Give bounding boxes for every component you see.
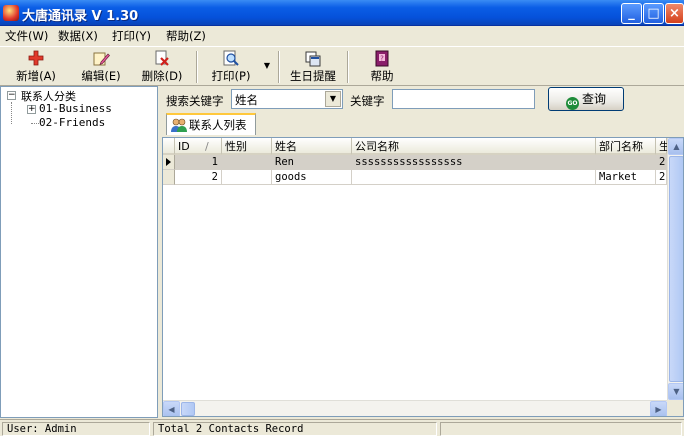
edit-icon [93, 52, 110, 66]
add-icon [28, 50, 44, 66]
tree-connector [11, 102, 12, 124]
help-label: 帮助 [370, 69, 394, 83]
keyword-input[interactable] [392, 89, 535, 109]
birthday-reminder-label: 生日提醒 [290, 69, 336, 83]
row-indicator[interactable] [163, 155, 175, 170]
row-indicator[interactable] [163, 170, 175, 185]
tree-item-business[interactable]: 01-Business [39, 102, 112, 115]
delete-icon [155, 50, 169, 66]
current-row-arrow-icon [166, 158, 171, 166]
status-record-count: Total 2 Contacts Record [153, 422, 437, 436]
column-header-department[interactable]: 部门名称 [596, 138, 656, 155]
app-icon[interactable] [3, 5, 19, 21]
tree-connector [31, 123, 39, 124]
search-field-label: 搜索关键字 [166, 94, 224, 108]
toolbar: 新增(A) 编辑(E) 删除(D) 打印(P) ▼ 生日提醒 ? 帮助 [0, 46, 684, 86]
minimize-button[interactable]: _ [621, 3, 642, 24]
tree-item-friends[interactable]: 02-Friends [39, 116, 105, 129]
query-button[interactable]: GO 查询 [548, 87, 624, 111]
column-header-name[interactable]: 姓名 [272, 138, 352, 155]
edit-label: 编辑(E) [81, 69, 121, 83]
cell-department[interactable] [596, 155, 656, 170]
column-header-birthday[interactable]: 生 [656, 138, 670, 155]
cell-department[interactable]: Market [596, 170, 656, 185]
status-user: User: Admin [2, 422, 150, 436]
vertical-scroll-thumb[interactable] [669, 156, 683, 382]
row-header-corner [163, 138, 175, 155]
birthday-reminder-button[interactable]: 生日提醒 [285, 49, 341, 85]
scroll-down-icon[interactable]: ▼ [668, 383, 683, 400]
column-header-id-label: ID [178, 140, 190, 153]
edit-button[interactable]: 编辑(E) [75, 49, 127, 85]
sort-indicator: / [205, 140, 209, 153]
toolbar-separator [347, 51, 349, 83]
close-button[interactable]: × [665, 3, 684, 24]
menu-help[interactable]: 帮助(Z) [166, 28, 206, 44]
delete-label: 删除(D) [141, 69, 183, 83]
maximize-button[interactable]: □ [643, 3, 664, 24]
print-dropdown-arrow-icon[interactable]: ▼ [262, 61, 272, 71]
print-button[interactable]: 打印(P) [205, 49, 257, 85]
horizontal-scrollbar[interactable]: ◀ ▶ [163, 400, 667, 416]
query-button-label: 查询 [581, 92, 606, 106]
tab-contact-list-label: 联系人列表 [189, 118, 247, 132]
menu-data[interactable]: 数据(X) [58, 28, 98, 44]
status-bar: User: Admin Total 2 Contacts Record [0, 419, 684, 436]
contacts-grid[interactable]: ID / 性别 姓名 公司名称 部门名称 生 1 Ren ssssssssssss… [162, 137, 684, 417]
help-button[interactable]: ? 帮助 [358, 49, 406, 85]
menu-print[interactable]: 打印(Y) [112, 28, 151, 44]
status-extra [440, 422, 682, 436]
scroll-up-icon[interactable]: ▲ [668, 138, 683, 155]
title-bar[interactable]: 大唐通讯录 V 1.30 _ □ × [0, 0, 684, 26]
scroll-right-icon[interactable]: ▶ [650, 401, 667, 416]
cell-gender[interactable] [222, 155, 272, 170]
horizontal-scroll-thumb[interactable] [181, 402, 195, 416]
print-preview-icon [223, 50, 239, 66]
search-field-value: 姓名 [235, 93, 258, 107]
cell-company[interactable] [352, 170, 596, 185]
cell-birthday[interactable]: 2 [656, 155, 667, 170]
delete-button[interactable]: 删除(D) [136, 49, 188, 85]
window-title: 大唐通讯录 V 1.30 [22, 9, 139, 24]
tab-contact-list[interactable]: 联系人列表 [166, 113, 256, 135]
toolbar-separator [278, 51, 280, 83]
cell-gender[interactable] [222, 170, 272, 185]
cell-name[interactable]: goods [272, 170, 352, 185]
scroll-corner [667, 400, 683, 416]
column-header-gender[interactable]: 性别 [222, 138, 272, 155]
cell-birthday[interactable]: 2 [656, 170, 667, 185]
menu-file[interactable]: 文件(W) [5, 28, 48, 44]
cell-name[interactable]: Ren [272, 155, 352, 170]
column-header-id[interactable]: ID / [175, 138, 222, 155]
scroll-left-icon[interactable]: ◀ [163, 401, 180, 416]
contacts-icon [171, 118, 187, 132]
menu-bar: 文件(W) 数据(X) 打印(Y) 帮助(Z) [0, 26, 684, 46]
vertical-scrollbar[interactable]: ▲ ▼ [667, 138, 683, 400]
cell-id[interactable]: 2 [175, 170, 222, 185]
category-tree[interactable]: − 联系人分类 + 01-Business 02-Friends [0, 86, 158, 418]
add-label: 新增(A) [16, 69, 56, 83]
print-label: 打印(P) [211, 69, 251, 83]
svg-text:?: ? [380, 55, 384, 63]
go-icon: GO [565, 97, 579, 110]
help-book-icon: ? [375, 50, 389, 67]
expand-icon[interactable]: + [27, 105, 36, 114]
cell-id[interactable]: 1 [175, 155, 222, 170]
collapse-icon[interactable]: − [7, 91, 16, 100]
chevron-down-icon[interactable]: ▼ [325, 91, 341, 107]
search-field-select[interactable]: 姓名 ▼ [231, 89, 343, 109]
cell-company[interactable]: sssssssssssssssss [352, 155, 596, 170]
keyword-label: 关键字 [350, 94, 385, 108]
column-header-company[interactable]: 公司名称 [352, 138, 596, 155]
toolbar-separator [196, 51, 198, 83]
birthday-icon [305, 51, 321, 67]
add-button[interactable]: 新增(A) [10, 49, 62, 85]
